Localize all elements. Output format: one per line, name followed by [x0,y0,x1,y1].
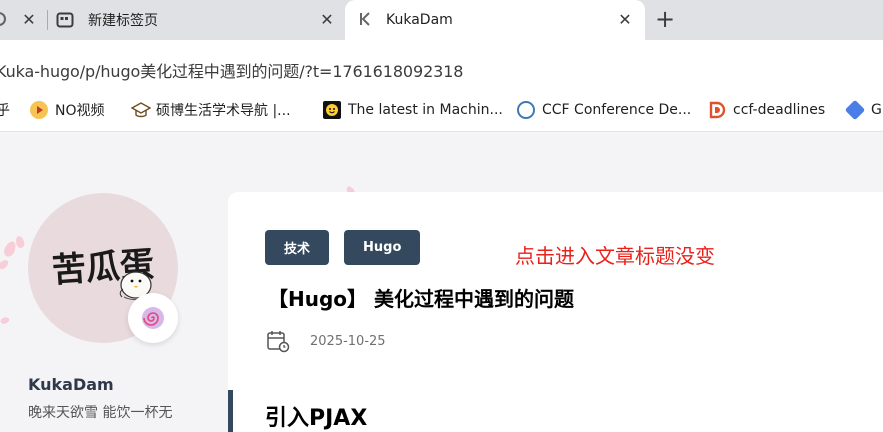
site-name[interactable]: KukaDam [28,375,114,394]
site-favicon-icon [358,12,372,30]
tab-new-tab[interactable]: 新建标签页 ✕ [48,0,344,40]
bookmark-zhihu[interactable]: 乎 [0,100,10,120]
new-tab-button[interactable]: + [652,7,678,33]
new-tab-page-icon [56,11,74,33]
play-icon [30,101,48,119]
page-content: 苦瓜蛋 KukaDam 晚来天欲雪 能饮一杯无 技术 Hugo 点击进入文章标题… [0,133,883,432]
close-icon[interactable]: ✕ [318,11,336,29]
bookmark-label: 硕博生活学术导航 |... [156,103,291,119]
graduation-cap-icon [130,101,152,119]
bookmark-label: CCF Conference De... [542,102,692,118]
article-date: 2025-10-25 [310,333,386,349]
sakura-petal [0,316,11,325]
calendar-clock-icon [267,331,290,353]
close-icon[interactable]: ✕ [20,11,38,29]
sakura-petal [14,235,26,249]
bookmark-ccf-conference[interactable]: CCF Conference De... [517,100,691,120]
article-card: 技术 Hugo 点击进入文章标题没变 【Hugo】 美化过程中遇到的问题 202… [228,192,883,432]
tab-kukadam[interactable]: KukaDam ✕ [345,0,645,40]
swirl-icon [142,307,164,329]
bookmark-label: NO视频 [55,103,105,119]
tab-title: KukaDam [386,12,453,28]
bookmark-label: G [871,102,882,118]
bookmarks-bar: 乎 NO视频 硕博生活学术导航 |... The latest in Machi… [0,88,883,132]
deadline-logo-icon [708,101,726,119]
bookmark-label: The latest in Machin... [348,102,503,118]
bookmark-no-video[interactable]: NO视频 [30,100,105,120]
avatar-emoji-badge [128,293,178,343]
address-bar[interactable]: Kuka-hugo/p/hugo美化过程中遇到的问题/?t=1761618092… [0,40,883,88]
bookmark-label: 乎 [0,103,10,119]
article-meta: 2025-10-25 [266,329,386,353]
tag-hugo[interactable]: Hugo [344,230,421,265]
ccf-logo-icon [517,101,535,119]
bookmark-ccf-deadlines[interactable]: ccf-deadlines [708,100,825,120]
hugging-face-icon [323,101,341,119]
sakura-petal [0,258,10,271]
tab-partial[interactable]: ✕ [0,0,47,40]
article-title[interactable]: 【Hugo】 美化过程中遇到的问题 [268,283,574,312]
tab-strip: ✕ 新建标签页 ✕ KukaDam ✕ + [0,0,883,40]
tab-partial-icon [0,12,6,26]
url-text[interactable]: Kuka-hugo/p/hugo美化过程中遇到的问题/?t=1761618092… [0,58,463,82]
tab-title: 新建标签页 [88,13,158,29]
bookmark-ml-latest[interactable]: The latest in Machin... [323,100,503,120]
annotation-note: 点击进入文章标题没变 [515,244,715,268]
close-icon[interactable]: ✕ [616,11,634,29]
section-heading: 引入PJAX [265,406,368,431]
bookmark-label: ccf-deadlines [733,102,826,118]
tag-tech[interactable]: 技术 [265,230,330,265]
blue-hexagon-icon [844,99,866,121]
bookmark-academic-nav[interactable]: 硕博生活学术导航 |... [130,100,291,120]
site-subtitle: 晚来天欲雪 能饮一杯无 [28,405,173,421]
bookmark-g[interactable]: G [844,99,882,121]
section-accent-bar [228,390,233,432]
